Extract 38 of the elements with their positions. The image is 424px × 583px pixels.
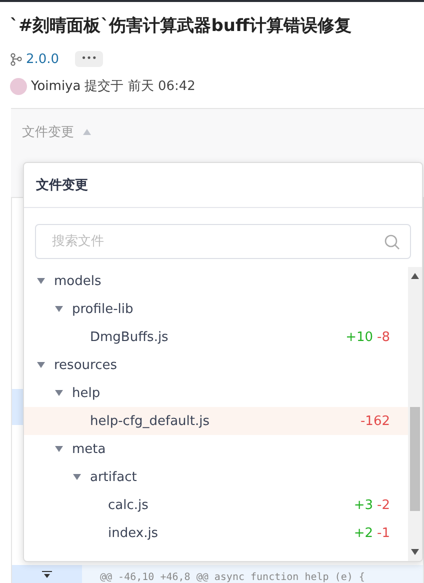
tree-folder-item[interactable]: meta [24,435,408,463]
tree-file-item[interactable]: DmgBuffs.js +10 -8 [24,323,408,351]
additions-count: +10 [346,330,374,344]
scroll-up-icon[interactable] [411,273,419,279]
tree-file-item[interactable]: calc.js +3 -2 [24,491,408,519]
search-icon [384,234,400,250]
additions-count: +2 [354,526,374,540]
branch-icon [10,52,22,66]
additions-count: +3 [354,498,374,512]
author-name[interactable]: Yoimiya [31,78,81,94]
tree-folder-item[interactable]: models [24,267,408,295]
avatar [10,78,27,94]
commit-time: 提交于 前天 06:42 [84,78,196,95]
more-button[interactable]: ••• [75,51,104,67]
tree-folder-item[interactable]: help [24,379,408,407]
tree-folder-item[interactable]: artifact [24,463,408,491]
popup-title: 文件变更 [24,163,422,208]
tree-folder-item[interactable]: resources [24,351,408,379]
file-name: help-cfg_default.js [90,414,211,428]
file-name: index.js [108,526,160,540]
scrollbar-thumb[interactable] [410,407,420,511]
commit-title: `#刻晴面板`伤害计算武器buff计算错误修复 [10,15,352,37]
scroll-down-icon[interactable] [411,549,419,555]
tree-file-item[interactable]: help-cfg_default.js -162 [24,407,408,435]
tree-file-item[interactable]: index.js +2 -1 [24,519,408,547]
search-field[interactable]: 搜索文件 [35,224,411,259]
deletions-count: -162 [360,414,390,428]
hunk-header: @@ -46,10 +46,8 @@ async function help (e) { [99,572,365,583]
deletions-count: -2 [377,498,390,512]
expand-icon[interactable] [42,571,52,579]
file-name: calc.js [108,498,150,512]
highlight-strip [12,389,24,425]
scrollbar[interactable] [408,267,422,561]
tree-folder-item[interactable]: profile-lib [24,295,408,323]
deletions-count: -1 [377,526,390,540]
version-link[interactable]: 2.0.0 [10,52,60,66]
deletions-count: -8 [377,330,390,344]
file-name: DmgBuffs.js [90,330,170,344]
